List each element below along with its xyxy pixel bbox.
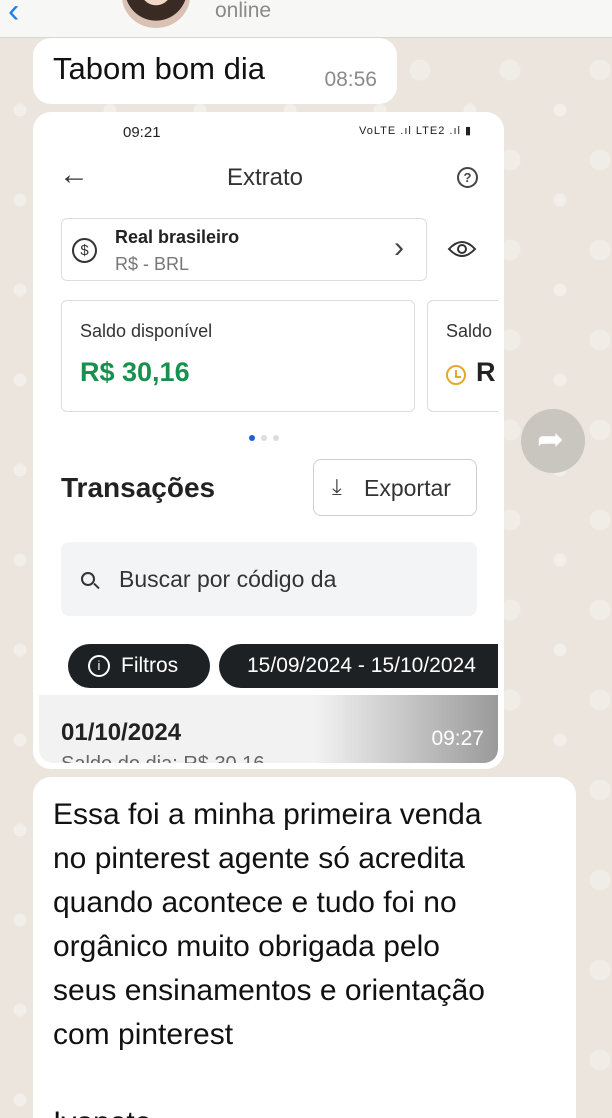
message-time: 08:56 xyxy=(324,68,377,91)
contact-status: online xyxy=(215,0,272,22)
balance-value: R$ 30,16 xyxy=(80,357,190,387)
balance-secondary-label: Saldo xyxy=(446,321,493,341)
dollar-icon: $ xyxy=(72,238,97,263)
filter-chip: i Filtros xyxy=(68,644,210,688)
export-label: Exportar xyxy=(364,475,451,501)
currency-card: $ Real brasileiro R$ - BRL › xyxy=(61,218,427,281)
balance-secondary-value: R xyxy=(476,357,496,387)
message-text: Tabom bom dia xyxy=(53,51,265,86)
export-button: ⤓ Exportar xyxy=(313,459,477,516)
search-icon xyxy=(81,572,95,586)
date-range-label: 15/09/2024 - 15/10/2024 xyxy=(247,654,476,677)
forward-button[interactable]: ➦ xyxy=(521,409,585,473)
currency-code: R$ - BRL xyxy=(115,254,190,274)
transaction-date: 01/10/2024 xyxy=(61,719,182,746)
download-icon: ⤓ xyxy=(332,474,342,499)
balance-label: Saldo disponível xyxy=(80,321,213,341)
search-placeholder: Buscar por código da xyxy=(119,566,337,592)
transactions-title: Transações xyxy=(61,472,216,503)
screenshot-status-icons: VoLTE .ıl LTE2 .ıl ▮ xyxy=(359,125,473,137)
chevron-right-icon: › xyxy=(394,231,404,264)
contact-avatar[interactable] xyxy=(122,0,190,28)
forward-arrow-icon: ➦ xyxy=(537,421,564,457)
message-bubble[interactable]: Essa foi a minha primeira venda no pinte… xyxy=(33,777,576,1118)
transaction-subtitle: Saldo do dia: R$ 30,16 xyxy=(61,753,265,763)
eye-icon xyxy=(447,241,477,257)
search-input: Buscar por código da xyxy=(61,542,477,616)
shared-screenshot[interactable]: 09:21 VoLTE .ıl LTE2 .ıl ▮ ← Extrato ? $… xyxy=(39,118,498,763)
message-bubble[interactable]: Tabom bom dia 08:56 xyxy=(33,38,397,104)
message-time: 09:27 xyxy=(431,727,484,750)
info-icon: i xyxy=(88,655,110,677)
back-arrow-icon: ← xyxy=(59,158,89,191)
chat-header: ‹ online xyxy=(0,0,612,38)
carousel-dot xyxy=(249,435,255,441)
help-icon: ? xyxy=(457,167,478,188)
carousel-dot xyxy=(261,435,267,441)
screenshot-title: Extrato xyxy=(227,164,304,191)
filter-label: Filtros xyxy=(121,654,179,677)
balance-card-secondary: Saldo R xyxy=(427,300,498,412)
transaction-row: 01/10/2024 Saldo do dia: R$ 30,16 09:27 xyxy=(39,695,498,763)
screenshot-status-time: 09:21 xyxy=(123,124,161,141)
carousel-dots xyxy=(249,428,285,446)
clock-icon xyxy=(446,365,466,385)
message-text: Essa foi a minha primeira venda no pinte… xyxy=(53,798,485,1118)
image-message-bubble[interactable]: 09:21 VoLTE .ıl LTE2 .ıl ▮ ← Extrato ? $… xyxy=(33,112,504,769)
back-chevron-icon[interactable]: ‹ xyxy=(8,0,19,28)
date-range-chip: 15/09/2024 - 15/10/2024 xyxy=(219,644,498,688)
balance-card: Saldo disponível R$ 30,16 xyxy=(61,300,415,412)
currency-name: Real brasileiro xyxy=(115,227,240,247)
carousel-dot xyxy=(273,435,279,441)
